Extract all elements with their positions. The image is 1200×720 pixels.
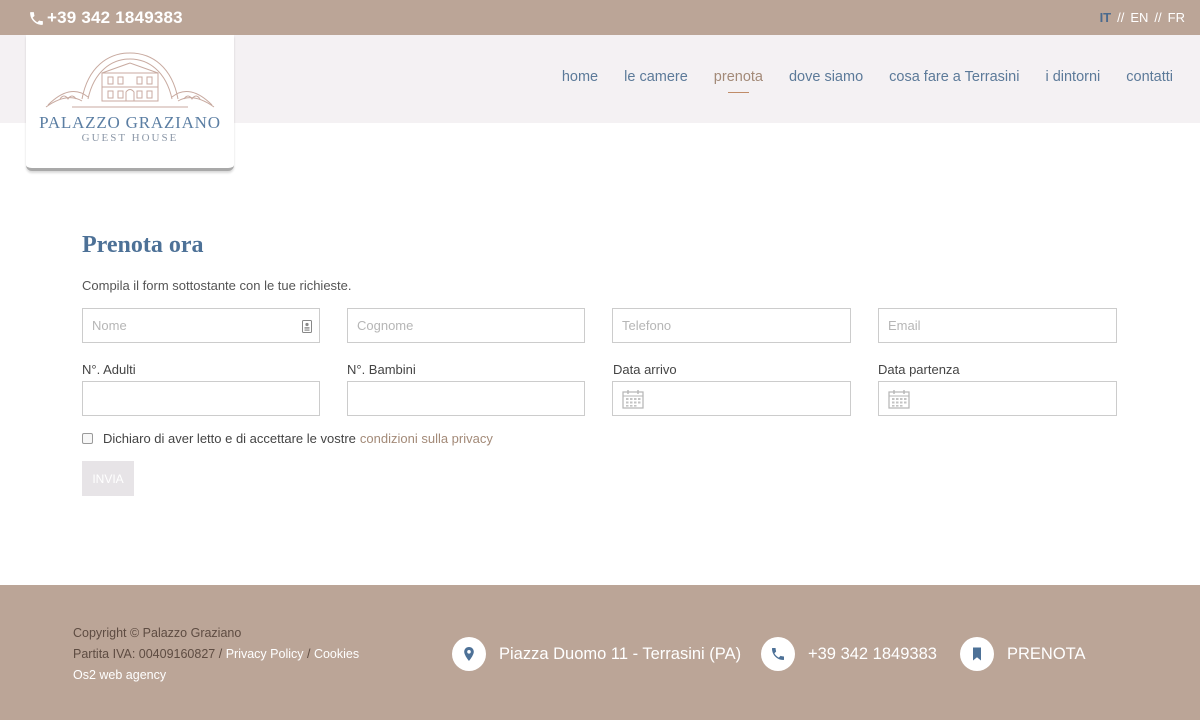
map-pin-icon (464, 647, 474, 661)
adulti-field-wrapper (82, 381, 320, 416)
lang-it[interactable]: IT (1100, 10, 1112, 25)
main-menu: home le camere prenota dove siamo cosa f… (562, 69, 1173, 93)
logo-subtitle: GUEST HOUSE (81, 132, 179, 144)
menu-item-le-camere[interactable]: le camere (624, 69, 688, 85)
top-phone-number: +39 342 1849383 (47, 8, 183, 27)
menu-item-cosa-fare[interactable]: cosa fare a Terrasini (889, 69, 1019, 85)
lang-separator: // (1117, 10, 1125, 25)
phone-icon (772, 648, 784, 660)
partenza-date-input[interactable] (879, 382, 1116, 415)
bookmark-icon (973, 647, 981, 661)
privacy-conditions-link[interactable]: condizioni sulla privacy (360, 431, 493, 446)
footer-book[interactable]: PRENOTA (960, 637, 1086, 671)
top-phone[interactable]: +39 342 1849383 (28, 7, 183, 29)
language-switcher: IT // EN // FR (1100, 10, 1185, 25)
adulti-label: N°. Adulti (82, 362, 136, 377)
form-intro: Compila il form sottostante con le tue r… (82, 278, 352, 293)
cookies-link[interactable]: Cookies (314, 647, 359, 661)
footer-book-text: PRENOTA (1007, 644, 1086, 663)
footer-address-text: Piazza Duomo 11 - Terrasini (PA) (499, 644, 742, 663)
lang-fr[interactable]: FR (1168, 10, 1185, 25)
page-title: Prenota ora (82, 232, 204, 258)
adulti-input[interactable] (83, 382, 319, 415)
submit-button[interactable]: INVIA (82, 461, 134, 496)
footer-phone-text: +39 342 1849383 (808, 644, 937, 663)
calendar-icon[interactable] (888, 389, 910, 409)
privacy-text: Dichiaro di aver letto e di accettare le… (103, 431, 356, 446)
footer-separator: / (306, 647, 311, 661)
menu-item-contatti[interactable]: contatti (1126, 69, 1173, 85)
cognome-input[interactable] (348, 309, 584, 342)
logo-title: PALAZZO GRAZIANO (39, 113, 221, 132)
menu-item-prenota[interactable]: prenota (714, 69, 763, 93)
privacy-checkbox[interactable] (82, 433, 93, 444)
telefono-input[interactable] (613, 309, 850, 342)
footer-separator: / (218, 647, 223, 661)
nome-input[interactable] (83, 309, 319, 342)
logo[interactable]: PALAZZO GRAZIANO GUEST HOUSE (26, 35, 234, 171)
map-pin-circle (452, 637, 486, 671)
contact-card-icon (302, 320, 312, 333)
partenza-field-wrapper (878, 381, 1117, 416)
bookmark-circle (960, 637, 994, 671)
telefono-field-wrapper (612, 308, 851, 343)
footer-phone[interactable]: +39 342 1849383 (761, 637, 937, 671)
footer-address[interactable]: Piazza Duomo 11 - Terrasini (PA) (452, 637, 741, 671)
menu-item-home[interactable]: home (562, 69, 598, 85)
footer-copyright: Copyright © Palazzo Graziano (73, 626, 242, 640)
nome-field-wrapper (82, 308, 320, 343)
privacy-consent: Dichiaro di aver letto e di accettare le… (82, 431, 493, 446)
bambini-field-wrapper (347, 381, 585, 416)
arrivo-date-input[interactable] (613, 382, 850, 415)
palazzo-emblem-icon (45, 52, 215, 108)
bambini-label: N°. Bambini (347, 362, 416, 377)
email-field-wrapper (878, 308, 1117, 343)
partenza-label: Data partenza (878, 362, 960, 377)
arrivo-label: Data arrivo (613, 362, 677, 377)
footer-vat-line: Partita IVA: 00409160827 / Privacy Polic… (73, 644, 359, 665)
bambini-input[interactable] (348, 382, 584, 415)
phone-circle (761, 637, 795, 671)
phone-icon (30, 11, 43, 25)
agency-link[interactable]: Os2 web agency (73, 665, 359, 686)
calendar-icon[interactable] (622, 389, 644, 409)
cognome-field-wrapper (347, 308, 585, 343)
arrivo-field-wrapper (612, 381, 851, 416)
footer-vat: Partita IVA: 00409160827 (73, 647, 216, 661)
footer-info: Copyright © Palazzo Graziano Partita IVA… (73, 623, 359, 686)
top-bar: +39 342 1849383 IT // EN // FR (0, 0, 1200, 35)
menu-item-dove-siamo[interactable]: dove siamo (789, 69, 863, 85)
lang-separator: // (1154, 10, 1162, 25)
privacy-policy-link[interactable]: Privacy Policy (226, 647, 304, 661)
footer: Copyright © Palazzo Graziano Partita IVA… (0, 585, 1200, 720)
menu-item-i-dintorni[interactable]: i dintorni (1045, 69, 1100, 85)
lang-en[interactable]: EN (1130, 10, 1148, 25)
email-input[interactable] (879, 309, 1116, 342)
